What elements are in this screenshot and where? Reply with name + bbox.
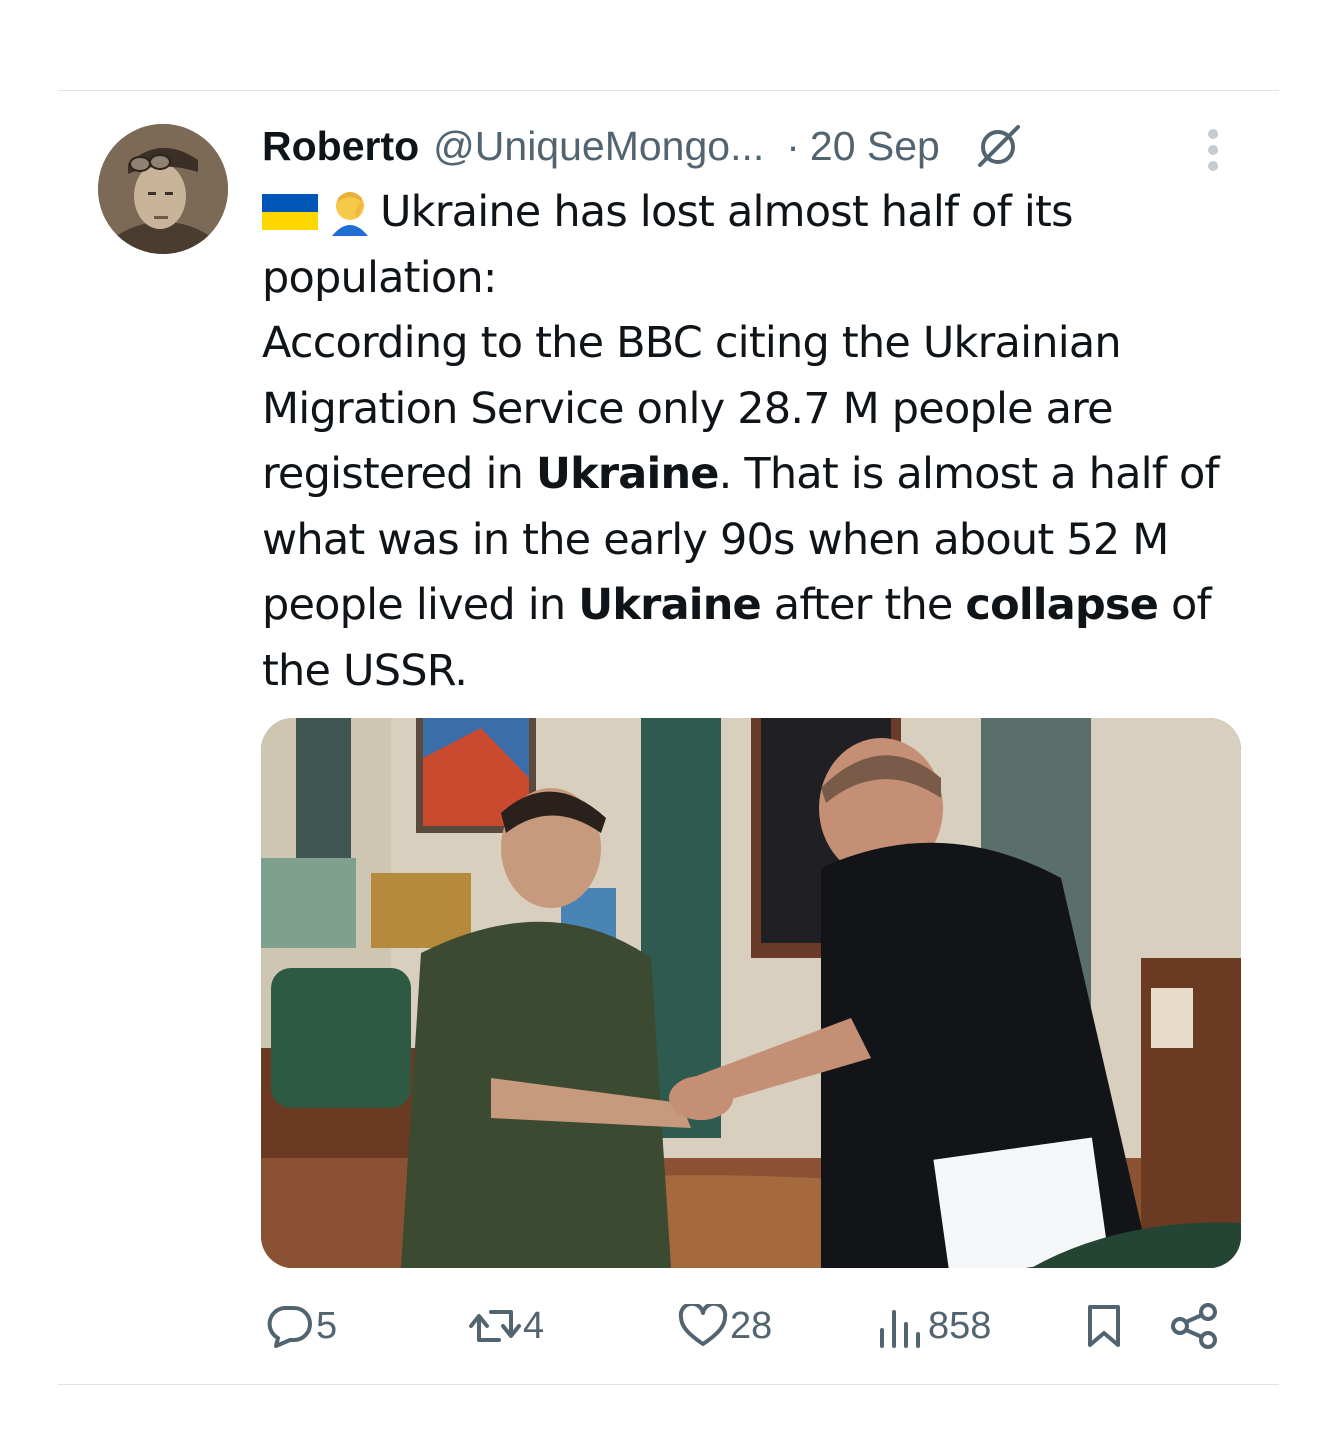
tweet-photo[interactable] bbox=[261, 718, 1241, 1268]
tweet-date[interactable]: 20 Sep bbox=[810, 123, 940, 170]
heart-icon bbox=[678, 1304, 728, 1348]
separator: · bbox=[786, 122, 800, 169]
like-count: 28 bbox=[730, 1304, 773, 1347]
bottom-divider bbox=[58, 1384, 1279, 1385]
tweet-header: Roberto @UniqueMongo... · 20 Sep bbox=[262, 118, 1024, 174]
hashtag-link[interactable]: Ukraine bbox=[578, 580, 761, 630]
bar-chart-icon bbox=[876, 1304, 926, 1348]
bookmark-icon bbox=[1084, 1303, 1124, 1349]
slash-circle-icon[interactable] bbox=[972, 123, 1024, 169]
text-line-1: Ukraine has lost almost half of its popu… bbox=[262, 187, 1074, 303]
tweet-text: Ukraine has lost almost half of its popu… bbox=[262, 180, 1252, 704]
tweet[interactable]: Roberto @UniqueMongo... · 20 Sep Ukraine… bbox=[0, 0, 1338, 1453]
tweet-actions: 5 4 28 858 bbox=[262, 1296, 1222, 1356]
share-icon bbox=[1170, 1303, 1218, 1349]
view-count: 858 bbox=[928, 1304, 992, 1347]
hashtag-link[interactable]: collapse bbox=[965, 580, 1158, 630]
bookmark-button[interactable] bbox=[1082, 1296, 1124, 1356]
author-name[interactable]: Roberto bbox=[262, 123, 419, 170]
reply-button[interactable]: 5 bbox=[262, 1296, 337, 1356]
retweet-count: 4 bbox=[523, 1304, 545, 1347]
text-segment: after the bbox=[760, 580, 966, 630]
retweet-icon bbox=[469, 1304, 521, 1348]
hashtag-link[interactable]: Ukraine bbox=[536, 449, 719, 499]
ukraine-flag-icon bbox=[262, 184, 318, 230]
views-button[interactable]: 858 bbox=[874, 1296, 991, 1356]
reply-icon bbox=[264, 1304, 314, 1348]
author-handle[interactable]: @UniqueMongo... bbox=[433, 123, 764, 170]
share-button[interactable] bbox=[1168, 1296, 1218, 1356]
avatar[interactable] bbox=[98, 124, 228, 254]
like-button[interactable]: 28 bbox=[676, 1296, 772, 1356]
reply-count: 5 bbox=[316, 1304, 338, 1347]
more-vertical-icon[interactable] bbox=[1196, 128, 1230, 172]
retweet-button[interactable]: 4 bbox=[467, 1296, 544, 1356]
facepalm-icon bbox=[324, 184, 376, 236]
